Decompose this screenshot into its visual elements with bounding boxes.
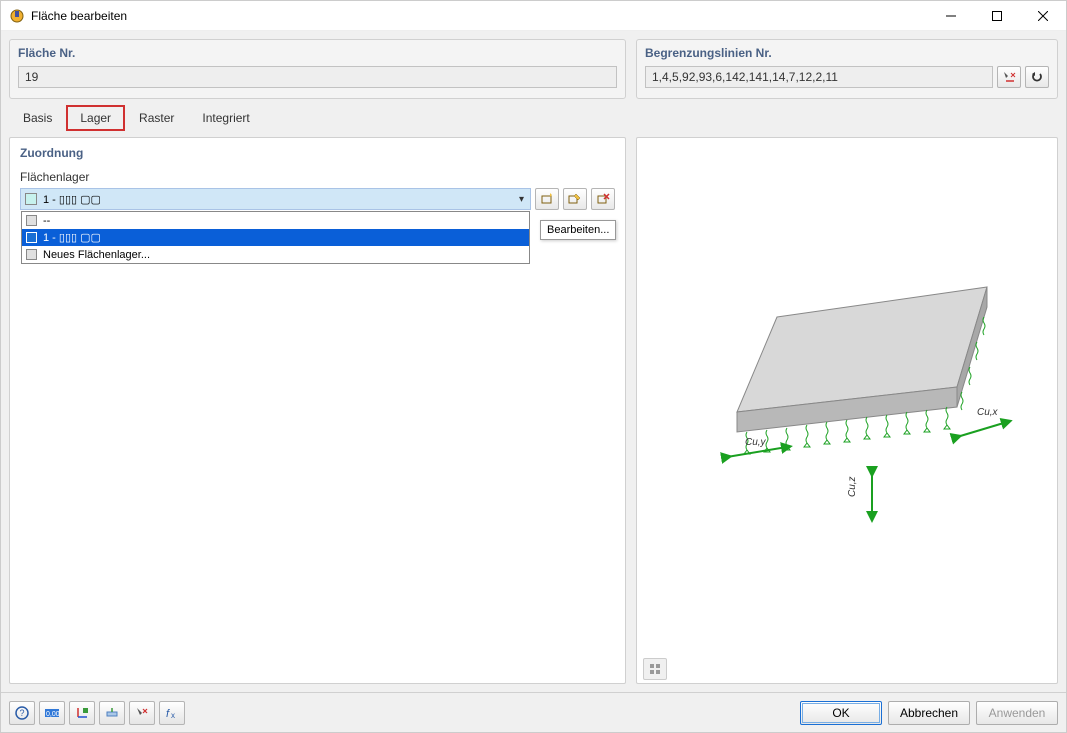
view-button[interactable] — [99, 701, 125, 725]
help-button[interactable]: ? — [9, 701, 35, 725]
chevron-down-icon: ▾ — [519, 194, 524, 205]
assignment-panel: Zuordnung Flächenlager 1 - ▯▯▯ ▢▢ ▾ -- — [9, 137, 626, 684]
coord-button[interactable] — [69, 701, 95, 725]
slab-preview-icon: Cu,y Cu,x Cu,z — [657, 257, 1037, 537]
surface-support-label: Flächenlager — [20, 170, 615, 184]
svg-text:x: x — [171, 711, 175, 720]
dd-item-1[interactable]: 1 - ▯▯▯ ▢▢ — [22, 229, 529, 246]
dd-item-none[interactable]: -- — [22, 212, 529, 229]
combo-selected-text: 1 - ▯▯▯ ▢▢ — [43, 193, 519, 206]
preview-toolbar — [637, 655, 1057, 683]
preview-canvas: Cu,y Cu,x Cu,z — [637, 138, 1057, 655]
svg-text:f: f — [166, 708, 170, 720]
pick-lines-button[interactable] — [997, 66, 1021, 88]
axis-z-label: Cu,z — [847, 476, 858, 497]
cancel-button[interactable]: Abbrechen — [888, 701, 970, 725]
boundary-lines-group: Begrenzungslinien Nr. — [636, 39, 1058, 99]
dd-item-label: -- — [43, 215, 50, 227]
new-support-button[interactable] — [535, 188, 559, 210]
swatch-icon — [26, 215, 37, 226]
tab-basis[interactable]: Basis — [9, 105, 66, 131]
surface-support-combo[interactable]: 1 - ▯▯▯ ▢▢ ▾ -- 1 - ▯▯▯ ▢▢ — [20, 188, 531, 210]
edit-tooltip: Bearbeiten... — [540, 220, 616, 240]
edit-support-button[interactable] — [563, 188, 587, 210]
assignment-section-title: Zuordnung — [20, 146, 615, 160]
dd-item-label: Neues Flächenlager... — [43, 249, 150, 261]
surface-number-group: Fläche Nr. — [9, 39, 626, 99]
fx-button[interactable]: fx — [159, 701, 185, 725]
maximize-button[interactable] — [974, 1, 1020, 31]
tab-lager[interactable]: Lager — [66, 105, 125, 131]
swatch-icon — [26, 232, 37, 243]
undo-button[interactable] — [1025, 66, 1049, 88]
combo-swatch-icon — [25, 193, 37, 205]
surface-number-input[interactable] — [18, 66, 617, 88]
apply-button[interactable]: Anwenden — [976, 701, 1058, 725]
tab-raster[interactable]: Raster — [125, 105, 188, 131]
units-button[interactable]: 0,00 — [39, 701, 65, 725]
pick-button[interactable] — [129, 701, 155, 725]
spacer — [1, 684, 1066, 692]
window-title: Fläche bearbeiten — [31, 9, 928, 23]
footer-tools: ? 0,00 fx — [9, 701, 185, 725]
svg-text:?: ? — [20, 708, 25, 718]
preview-options-button[interactable] — [643, 658, 667, 680]
content-row: Zuordnung Flächenlager 1 - ▯▯▯ ▢▢ ▾ -- — [1, 131, 1066, 684]
boundary-lines-input[interactable] — [645, 66, 993, 88]
app-icon — [9, 8, 25, 24]
close-button[interactable] — [1020, 1, 1066, 31]
svg-text:0,00: 0,00 — [46, 711, 60, 718]
tab-integriert[interactable]: Integriert — [188, 105, 263, 131]
tabs-row: Basis Lager Raster Integriert — [9, 105, 1058, 131]
dialog-window: Fläche bearbeiten Fläche Nr. Begrenzungs… — [0, 0, 1067, 733]
surface-number-label: Fläche Nr. — [18, 46, 617, 60]
axis-x-label: Cu,x — [977, 407, 999, 418]
window-controls — [928, 1, 1066, 31]
swatch-icon — [26, 249, 37, 260]
minimize-button[interactable] — [928, 1, 974, 31]
dd-item-new[interactable]: Neues Flächenlager... — [22, 246, 529, 263]
ok-button[interactable]: OK — [800, 701, 882, 725]
dialog-footer: ? 0,00 fx OK Abbrechen Anwenden — [1, 692, 1066, 732]
titlebar: Fläche bearbeiten — [1, 1, 1066, 31]
axis-y-label: Cu,y — [745, 437, 767, 448]
boundary-lines-label: Begrenzungslinien Nr. — [645, 46, 1049, 60]
surface-support-dropdown: -- 1 - ▯▯▯ ▢▢ Neues Flächenlager... — [21, 211, 530, 264]
top-area: Fläche Nr. Begrenzungslinien Nr. — [1, 31, 1066, 99]
dd-item-label: 1 - ▯▯▯ ▢▢ — [43, 231, 101, 244]
preview-panel: Cu,y Cu,x Cu,z — [636, 137, 1058, 684]
delete-support-button[interactable] — [591, 188, 615, 210]
